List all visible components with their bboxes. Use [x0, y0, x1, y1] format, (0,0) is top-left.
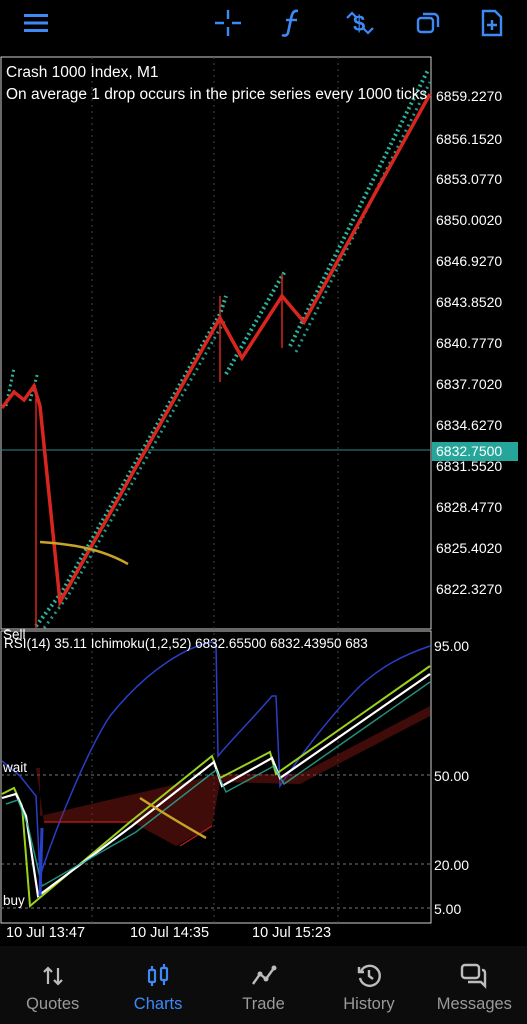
nav-messages[interactable]: Messages [422, 946, 527, 1024]
nav-quotes[interactable]: Quotes [0, 946, 105, 1024]
messages-icon [460, 962, 488, 990]
current-price-badge: 6832.7500 [432, 442, 518, 461]
quotes-arrows-icon [39, 962, 67, 990]
crosshair-icon[interactable] [210, 6, 246, 40]
time-tick: 10 Jul 15:23 [252, 925, 332, 941]
price-tick: 6843.8520 [436, 294, 503, 310]
function-icon[interactable] [274, 6, 310, 40]
price-tick: 6856.1520 [436, 131, 503, 147]
wait-label: wait [3, 760, 28, 775]
price-tick: 6825.4020 [436, 540, 503, 556]
bottom-nav: Quotes Charts Trade History Messages [0, 946, 527, 1024]
top-toolbar: $ [0, 0, 527, 46]
time-tick: 10 Jul 14:35 [130, 925, 210, 941]
nav-charts[interactable]: Charts [105, 946, 210, 1024]
price-tick: 6822.3270 [436, 581, 503, 597]
price-tick: 6853.0770 [436, 171, 503, 187]
nav-trade[interactable]: Trade [211, 946, 316, 1024]
symbol-description: On average 1 drop occurs in the price se… [6, 86, 428, 103]
nav-label: Quotes [26, 995, 80, 1013]
indicator-level: 5.00 [434, 901, 462, 917]
indicator-level: 95.00 [434, 638, 470, 654]
nav-history[interactable]: History [316, 946, 421, 1024]
windows-icon[interactable] [410, 6, 446, 40]
nav-label: History [343, 995, 395, 1013]
price-tick: 6828.4770 [436, 499, 503, 515]
candles-icon [144, 962, 172, 990]
history-clock-icon [355, 962, 383, 990]
price-tick: 6834.6270 [436, 417, 503, 433]
price-tick: 6840.7770 [436, 335, 503, 351]
add-file-icon[interactable] [474, 6, 510, 40]
indicator-level: 20.00 [434, 857, 470, 873]
indicator-title: RSI(14) 35.11 Ichimoku(1,2,52) 6832.6550… [4, 636, 368, 651]
nav-label: Charts [133, 995, 183, 1013]
nav-label: Trade [242, 995, 285, 1013]
price-tick: 6850.0020 [436, 212, 503, 228]
dollar-arrows-icon[interactable]: $ [342, 6, 378, 40]
symbol-title: Crash 1000 Index, M1 [6, 64, 159, 81]
price-tick: 6846.9270 [436, 253, 503, 269]
price-tick: 6859.2270 [436, 88, 503, 104]
indicator-level: 50.00 [434, 768, 470, 784]
menu-icon[interactable] [18, 6, 54, 40]
price-tick: 6837.7020 [436, 376, 503, 392]
time-tick: 10 Jul 13:47 [6, 925, 86, 941]
trade-line-icon [250, 962, 278, 990]
buy-label: buy [3, 893, 25, 908]
nav-label: Messages [436, 995, 512, 1013]
